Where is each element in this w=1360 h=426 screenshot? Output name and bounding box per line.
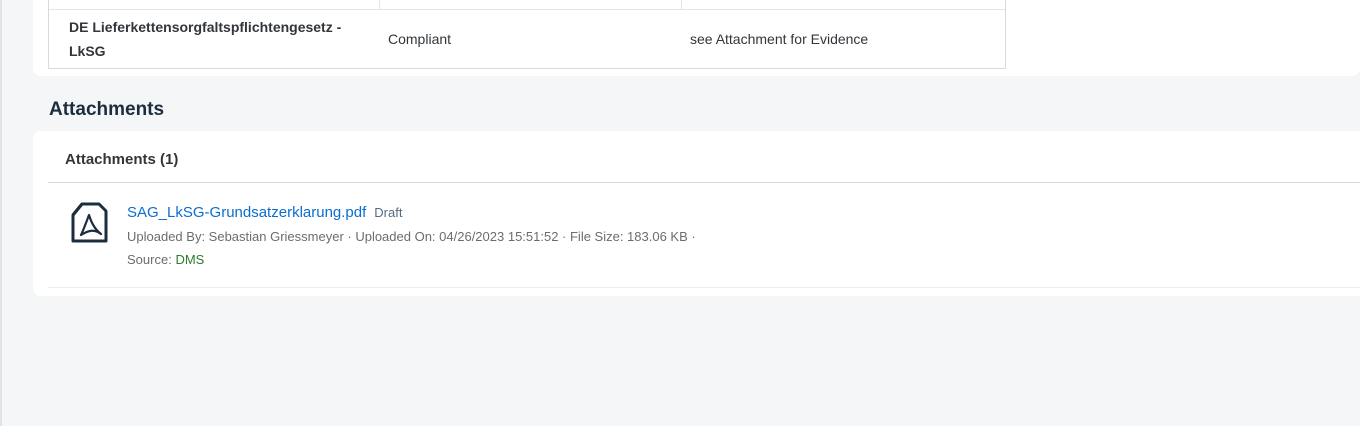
attachment-title-row: SAG_LkSG-Grundsatzerklarung.pdf Draft (127, 204, 402, 221)
source-value: DMS (175, 252, 205, 267)
attachment-state: Draft (374, 205, 403, 220)
compliance-table: DE Lieferkettensorgfaltspflichtengesetz … (48, 0, 1006, 69)
page: DE Lieferkettensorgfaltspflichtengesetz … (0, 0, 1360, 426)
status-cell: Compliant (388, 31, 452, 47)
column-divider (379, 0, 380, 10)
attachments-header: Attachments (1) (65, 151, 179, 168)
table-row-previous (49, 0, 1005, 10)
source-label: Source: (127, 252, 172, 267)
attachment-meta: Uploaded By: Sebastian Griessmeyer · Upl… (127, 229, 696, 244)
attachment-file-link[interactable]: SAG_LkSG-Grundsatzerklarung.pdf (127, 204, 366, 221)
attachments-section-title: Attachments (49, 99, 165, 120)
list-divider (48, 287, 1360, 288)
header-divider (48, 182, 1360, 183)
left-edge-divider (0, 0, 2, 426)
attachments-card: Attachments (1) SAG_LkSG-Grundsatzerklar… (33, 131, 1360, 296)
regulation-cell: DE Lieferkettensorgfaltspflichtengesetz … (69, 19, 342, 59)
column-divider (681, 0, 682, 10)
table-row[interactable]: DE Lieferkettensorgfaltspflichtengesetz … (49, 10, 1005, 68)
compliance-card: DE Lieferkettensorgfaltspflichtengesetz … (33, 0, 1360, 76)
comment-cell: see Attachment for Evidence (690, 31, 869, 47)
pdf-file-icon (71, 202, 108, 243)
attachment-source: Source: DMS (127, 252, 204, 267)
